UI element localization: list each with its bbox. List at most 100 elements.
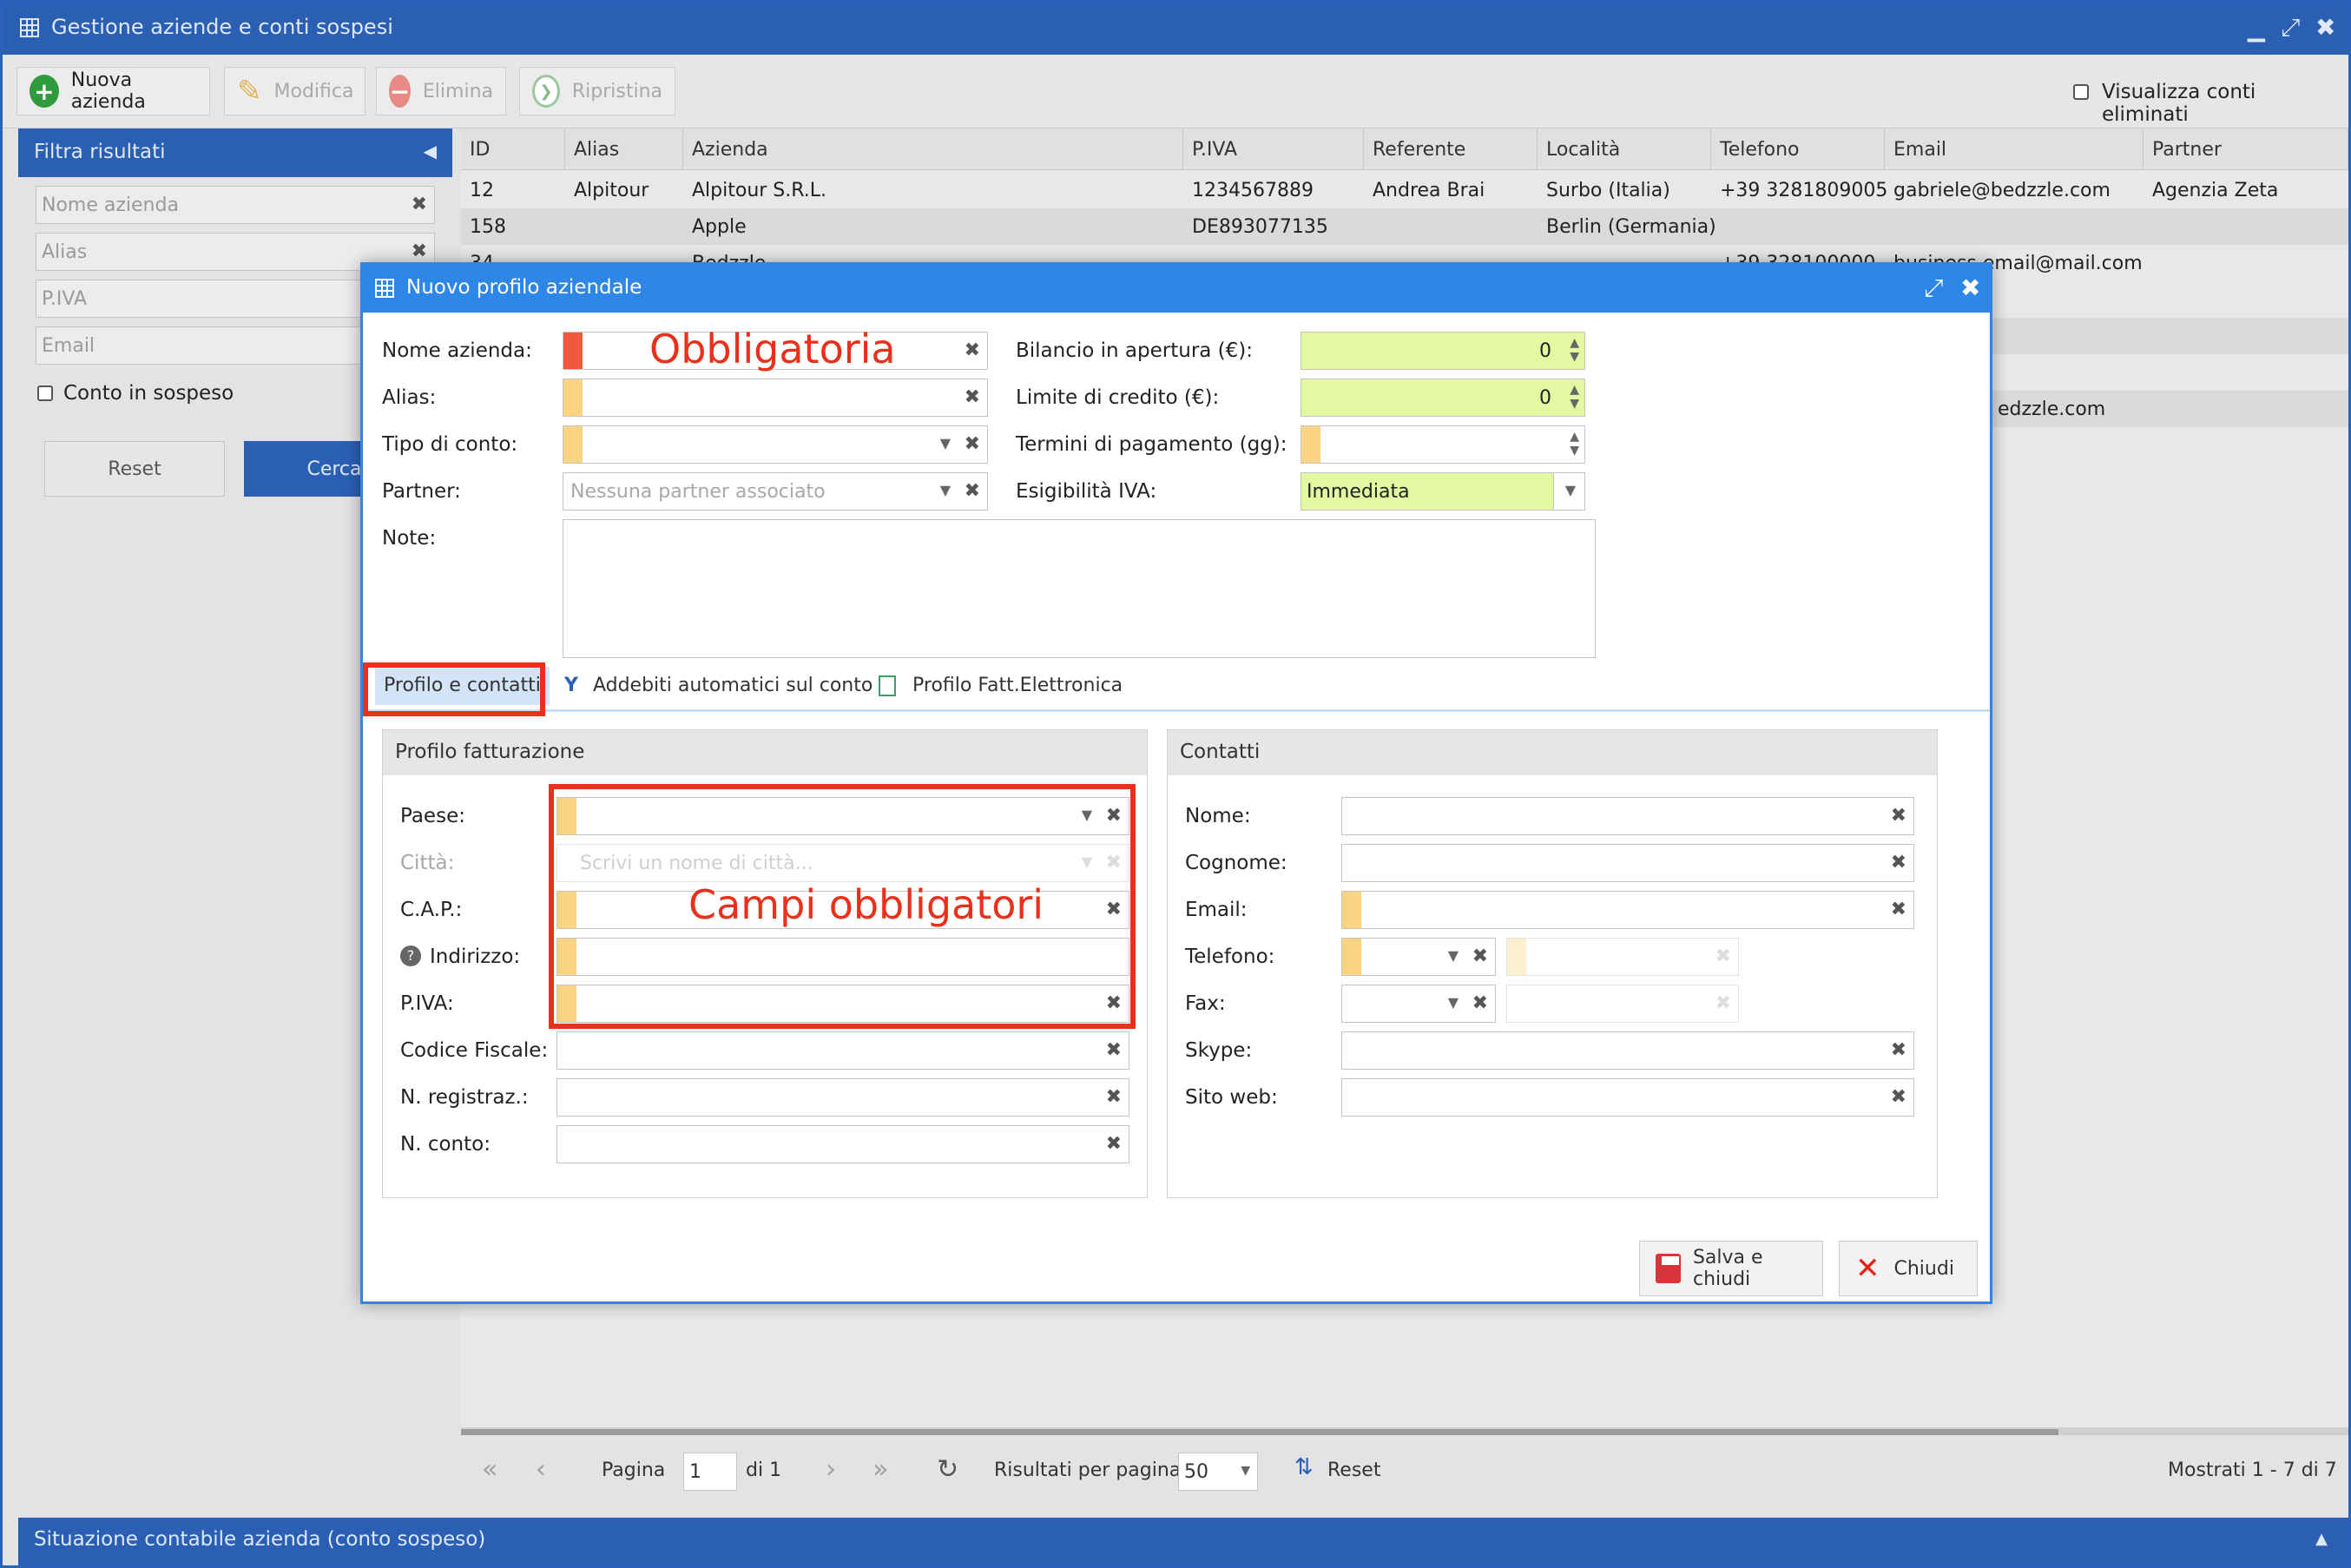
clear-icon[interactable]: ✖ <box>1716 945 1731 967</box>
column-header-contact[interactable]: Referente <box>1364 128 1538 170</box>
email-input[interactable]: ✖ <box>1341 891 1914 929</box>
prev-page-icon[interactable]: ‹ <box>536 1454 546 1485</box>
first-name-input[interactable]: ✖ <box>1341 797 1914 835</box>
clear-icon[interactable]: ✖ <box>1472 992 1488 1014</box>
clear-icon[interactable]: ✖ <box>1716 992 1731 1014</box>
reg-no-input[interactable]: ✖ <box>556 1078 1129 1117</box>
save-and-close-button[interactable]: Salva e chiudi <box>1639 1241 1823 1296</box>
column-header-email[interactable]: Email <box>1885 128 2144 170</box>
minimize-icon[interactable]: ▁ <box>2248 16 2265 43</box>
account-type-select[interactable]: ▼ ✖ <box>563 425 988 464</box>
required-marker <box>1342 892 1361 928</box>
per-page-select[interactable]: 50 ▼ <box>1178 1453 1258 1491</box>
grid-icon <box>375 279 394 298</box>
required-annotation-label: Obbligatoria <box>649 326 896 372</box>
tax-code-input[interactable]: ✖ <box>556 1031 1129 1070</box>
chevron-down-icon[interactable]: ▼ <box>1448 994 1459 1011</box>
chevron-down-icon[interactable]: ▼ <box>940 482 951 498</box>
clear-icon[interactable]: ✖ <box>1106 1133 1122 1155</box>
close-icon[interactable]: ✖ <box>1960 273 1980 302</box>
show-deleted-checkbox[interactable] <box>2073 84 2089 100</box>
partner-select[interactable]: Nessuna partner associato ▼ ✖ <box>563 472 988 511</box>
clear-icon[interactable]: ✖ <box>1106 1039 1122 1061</box>
suspended-checkbox[interactable] <box>37 385 53 401</box>
clear-icon[interactable]: ✖ <box>1891 899 1906 920</box>
spinner-icon[interactable]: ▲ ▼ <box>1570 336 1579 364</box>
column-header-partner[interactable]: Partner <box>2144 128 2348 170</box>
table-row[interactable]: 12 Alpitour Alpitour S.R.L. 1234567889 A… <box>461 172 2348 208</box>
column-header-id[interactable]: ID <box>461 128 565 170</box>
table-row[interactable]: 158 Apple DE893077135 Berlin (Germania) <box>461 208 2348 245</box>
cell-vat: 1234567889 <box>1192 180 1314 201</box>
close-icon[interactable]: ✖ <box>2315 13 2335 42</box>
clear-icon[interactable]: ✖ <box>1891 805 1906 827</box>
chevron-down-icon[interactable]: ▼ <box>940 435 951 451</box>
phone-number-input[interactable]: ✖ <box>1506 938 1739 976</box>
clear-icon[interactable]: ✖ <box>1891 1039 1906 1061</box>
vat-due-select[interactable]: Immediata ▼ <box>1301 472 1585 511</box>
opening-balance-input[interactable]: 0 ▲ ▼ <box>1301 332 1585 370</box>
filter-reset-button[interactable]: Reset <box>44 441 225 497</box>
spinner-icon[interactable]: ▲ ▼ <box>1570 383 1579 411</box>
required-marker <box>563 333 583 369</box>
delete-button[interactable]: − Elimina <box>376 67 506 115</box>
filter-name-input[interactable]: Nome azienda ✖ <box>36 186 435 224</box>
new-company-button[interactable]: + Nuova azienda <box>16 67 210 115</box>
skype-input[interactable]: ✖ <box>1341 1031 1914 1070</box>
clear-icon[interactable]: ✖ <box>1106 1086 1122 1108</box>
last-name-input[interactable]: ✖ <box>1341 844 1914 882</box>
bottom-panel-title: Situazione contabile azienda (conto sosp… <box>34 1528 486 1551</box>
chevron-down-icon[interactable]: ▼ <box>1565 482 1576 498</box>
vat-label: P.IVA: <box>400 992 454 1015</box>
clear-icon[interactable]: ✖ <box>965 480 980 502</box>
next-page-icon[interactable]: › <box>826 1454 836 1485</box>
phone-prefix-select[interactable]: ▼ ✖ <box>1341 938 1496 976</box>
sort-reset-label[interactable]: Reset <box>1327 1459 1380 1481</box>
clear-icon[interactable]: ✖ <box>965 433 980 455</box>
clear-icon[interactable]: ✖ <box>1891 852 1906 873</box>
column-header-phone[interactable]: Telefono <box>1711 128 1885 170</box>
clear-icon[interactable]: ✖ <box>1472 945 1488 967</box>
refresh-icon[interactable]: ↻ <box>937 1454 958 1485</box>
website-input[interactable]: ✖ <box>1341 1078 1914 1117</box>
tab-auto-charges[interactable]: Y Addebiti automatici sul conto <box>556 667 881 705</box>
clear-icon[interactable]: ✖ <box>412 194 427 215</box>
column-header-vat[interactable]: P.IVA <box>1183 128 1364 170</box>
collapse-left-icon[interactable]: ◀ <box>424 141 437 161</box>
alias-input[interactable]: ✖ <box>563 379 988 417</box>
account-no-input[interactable]: ✖ <box>556 1125 1129 1163</box>
tab-e-invoice[interactable]: Profilo Fatt.Elettronica <box>870 667 1131 705</box>
bottom-panel-header[interactable]: Situazione contabile azienda (conto sosp… <box>18 1518 2348 1565</box>
close-button[interactable]: ✕ Chiudi <box>1839 1241 1978 1296</box>
spinner-icon[interactable]: ▲ ▼ <box>1570 430 1579 458</box>
clear-icon[interactable]: ✖ <box>965 386 980 408</box>
window-title: Gestione aziende e conti sospesi <box>51 15 393 39</box>
expand-up-icon[interactable]: ▲ <box>2315 1530 2328 1548</box>
partner-placeholder: Nessuna partner associato <box>570 481 826 503</box>
filter-alias-placeholder: Alias <box>42 241 88 263</box>
fax-prefix-select[interactable]: ▼ ✖ <box>1341 985 1496 1023</box>
maximize-icon[interactable]: ⤢ <box>2281 13 2300 43</box>
column-header-alias[interactable]: Alias <box>565 128 683 170</box>
last-name-label: Cognome: <box>1185 852 1287 874</box>
help-icon[interactable]: ? <box>400 945 421 966</box>
chevron-down-icon[interactable]: ▼ <box>1448 947 1459 964</box>
clear-icon[interactable]: ✖ <box>412 240 427 262</box>
column-header-location[interactable]: Località <box>1538 128 1711 170</box>
page-input[interactable]: 1 <box>683 1453 737 1491</box>
cell-email: edzzle.com <box>1998 399 2106 420</box>
credit-limit-input[interactable]: 0 ▲ ▼ <box>1301 379 1585 417</box>
maximize-icon[interactable]: ⤢ <box>1924 273 1943 303</box>
filter-name-placeholder: Nome azienda <box>42 194 179 216</box>
last-page-icon[interactable]: » <box>873 1454 888 1485</box>
first-page-icon[interactable]: « <box>482 1454 497 1485</box>
restore-button[interactable]: ❯ Ripristina <box>519 67 675 115</box>
notes-textarea[interactable] <box>563 519 1596 658</box>
column-header-company[interactable]: Azienda <box>683 128 1183 170</box>
payment-terms-input[interactable]: ▲ ▼ <box>1301 425 1585 464</box>
clear-icon[interactable]: ✖ <box>965 339 980 361</box>
sort-reset-icon[interactable]: ⇅ <box>1294 1454 1314 1480</box>
fax-number-input[interactable]: ✖ <box>1506 985 1739 1023</box>
edit-button[interactable]: ✎ Modifica <box>224 67 365 115</box>
clear-icon[interactable]: ✖ <box>1891 1086 1906 1108</box>
